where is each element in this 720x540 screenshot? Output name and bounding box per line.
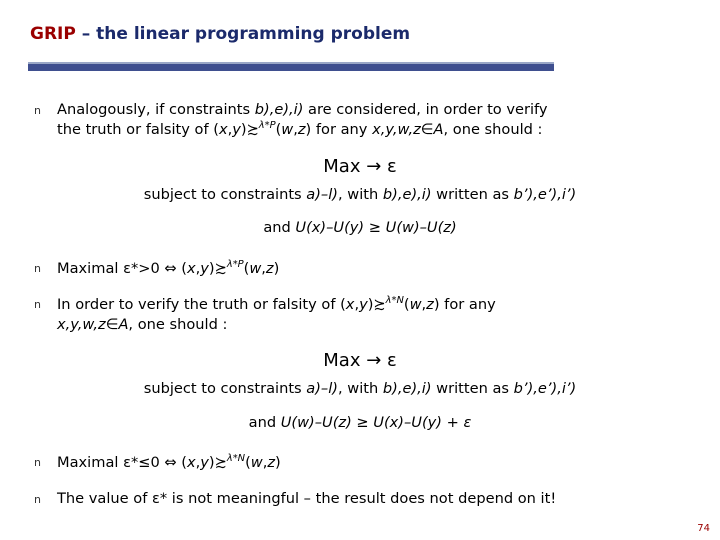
subject-to-constraints-1: subject to constraints a)–l), with b),e)… — [0, 185, 720, 205]
max-objective-2: Max → ε — [323, 349, 397, 371]
b4-y: y — [200, 454, 209, 472]
subject-e-2: written as — [431, 379, 514, 397]
b1-line2-a: the truth or falsity of ( — [57, 121, 219, 139]
subject-a: subject to constraints — [143, 185, 307, 203]
b3-line2-A: A — [118, 315, 129, 333]
b1-line2-z: z — [297, 121, 306, 139]
relation-superscript: λ*N — [385, 295, 404, 307]
b4-x: x — [186, 454, 196, 472]
list-item-text: In order to verify the truth or falsity … — [57, 294, 690, 334]
relation-superscript: λ*P — [258, 120, 276, 132]
b1-line1-c: are considered, in order to verify — [303, 101, 548, 118]
bullet-marker: n — [34, 262, 41, 276]
b1-line1-b: b),e),i) — [254, 101, 304, 118]
page-title-rest: – the linear programming problem — [75, 24, 411, 44]
b1-line2-vars: x,y,w,z — [372, 121, 421, 139]
b2-x: x — [186, 259, 196, 277]
relation-symbol: ≿ — [373, 296, 386, 314]
list-item-text: The value of ε* is not meaningful – the … — [57, 489, 557, 507]
relation-superscript: λ*P — [226, 259, 244, 271]
page-title: GRIP – the linear programming problem — [30, 24, 410, 44]
bullet-marker: n — [34, 104, 41, 117]
b2-close2: ) — [273, 259, 280, 277]
subject-f: b’),e’),i’) — [513, 185, 577, 203]
list-item-text: Analogously, if constraints b),e),i) are… — [57, 100, 690, 140]
b4-z: z — [267, 454, 276, 472]
b3-line2-vars: x,y,w,z — [57, 315, 106, 333]
b1-line2-A: A — [433, 121, 444, 139]
list-item-text: Maximal ε*≤0 ⇔ (x,y)≿λ*N(w,z) — [57, 452, 690, 472]
relation-symbol: ≿ — [246, 121, 259, 139]
subject-d: b),e),i) — [382, 185, 432, 203]
and-expression-2: U(w)–U(z) ≥ U(x)–U(y) + ε — [280, 413, 472, 431]
subject-b-2: a)–l) — [306, 379, 338, 397]
subject-b: a)–l) — [306, 185, 338, 203]
b3-line1-a: In order to verify the truth or falsity … — [57, 296, 346, 314]
b3-w: w — [409, 296, 422, 314]
subject-e: written as — [431, 185, 514, 203]
subject-c-2: , with — [337, 379, 383, 397]
b3-line2-in: ∈ — [105, 315, 119, 333]
bullet-marker: n — [34, 298, 41, 312]
subject-a-2: subject to constraints — [143, 379, 307, 397]
subject-to-constraints-2: subject to constraints a)–l), with b),e)… — [0, 379, 720, 399]
relation-symbol: ≿ — [214, 259, 227, 277]
b3-line1-b: ) for any — [433, 296, 496, 314]
b3-z: z — [426, 296, 434, 314]
page-number: 74 — [697, 523, 710, 534]
and-label-2: and — [248, 413, 281, 431]
list-item: n Analogously, if constraints b),e),i) a… — [0, 100, 720, 140]
and-condition-1: and U(x)–U(y) ≥ U(w)–U(z) — [0, 218, 720, 238]
b3-y: y — [359, 296, 368, 314]
b4-w: w — [250, 454, 263, 472]
b1-line2-e: ) for any — [305, 121, 373, 139]
and-expression-1: U(x)–U(y) ≥ U(w)–U(z) — [295, 219, 457, 237]
b1-line2-x: x — [218, 121, 228, 139]
b2-a: Maximal ε*>0 ⇔ ( — [57, 259, 187, 277]
bullet-marker: n — [34, 456, 41, 470]
b1-line2-y: y — [232, 121, 241, 139]
subject-d-2: b),e),i) — [382, 379, 432, 397]
slide-body: n Analogously, if constraints b),e),i) a… — [0, 100, 720, 510]
b2-z: z — [265, 259, 274, 277]
list-item: n Maximal ε*>0 ⇔ (x,y)≿λ*P(w,z) — [0, 258, 720, 278]
subject-f-2: b’),e’),i’) — [513, 379, 577, 397]
page-title-emphasis: GRIP — [30, 24, 76, 44]
slide: GRIP – the linear programming problem n … — [0, 0, 720, 540]
b3-line2-b: , one should : — [128, 315, 228, 333]
bullet-marker: n — [34, 492, 41, 506]
relation-superscript: λ*N — [226, 453, 246, 465]
b1-line1-a: Analogously, if constraints — [57, 101, 255, 118]
list-item-text: Maximal ε*>0 ⇔ (x,y)≿λ*P(w,z) — [57, 258, 690, 278]
and-condition-2: and U(w)–U(z) ≥ U(x)–U(y) + ε — [0, 413, 720, 433]
title-divider — [28, 62, 554, 71]
b4-close2: ) — [275, 454, 281, 472]
b2-y: y — [200, 259, 209, 277]
list-item: n Maximal ε*≤0 ⇔ (x,y)≿λ*N(w,z) — [0, 452, 720, 472]
b4-a: Maximal ε*≤0 ⇔ ( — [57, 454, 187, 472]
list-item: n In order to verify the truth or falsit… — [0, 294, 720, 334]
b2-w: w — [249, 259, 262, 277]
subject-c: , with — [337, 185, 383, 203]
b1-line2-in: ∈ — [420, 121, 434, 139]
list-item: n The value of ε* is not meaningful – th… — [0, 489, 720, 508]
max-objective-1: Max → ε — [323, 155, 397, 177]
and-label-1: and — [263, 219, 296, 237]
b1-line2-w: w — [281, 121, 294, 139]
b1-line2-f: , one should : — [443, 121, 543, 139]
relation-symbol: ≿ — [214, 454, 227, 472]
